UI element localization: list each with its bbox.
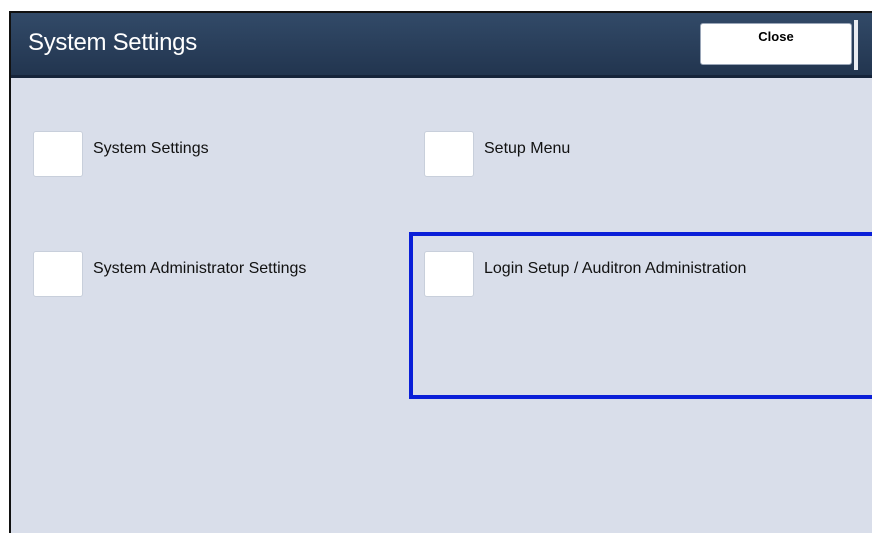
option-label: System Administrator Settings [93,260,307,277]
option-checkbox[interactable] [33,251,83,297]
option-checkbox[interactable] [33,131,83,177]
close-button[interactable]: Close [700,20,858,70]
option-label: Setup Menu [484,140,571,157]
settings-screen: System Settings Close System Settings Se… [9,11,872,533]
page-title: System Settings [28,29,197,56]
title-bar: System Settings Close [11,13,872,78]
selection-highlight [409,232,872,399]
option-label: System Settings [93,140,209,157]
option-checkbox[interactable] [424,131,474,177]
